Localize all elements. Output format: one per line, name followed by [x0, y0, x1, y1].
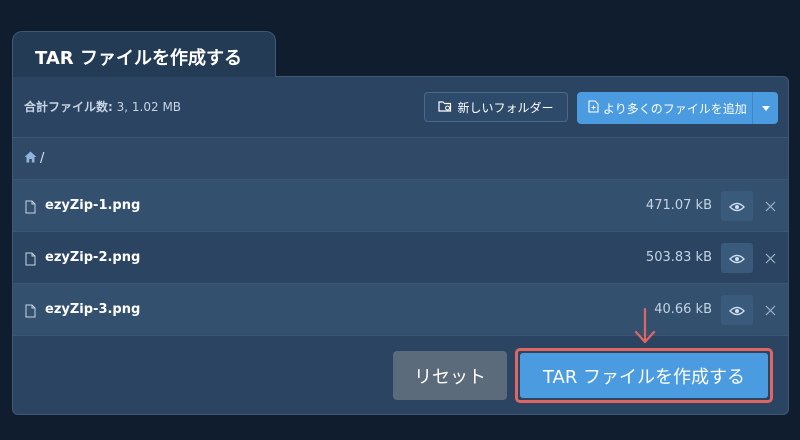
breadcrumb: / [13, 137, 788, 179]
summary-label: 合計ファイル数: [24, 100, 113, 114]
preview-button[interactable] [721, 243, 753, 273]
tab-title: TAR ファイルを作成する [35, 48, 242, 69]
file-size: 40.66 kB [654, 302, 712, 317]
remove-file-button[interactable] [760, 248, 780, 268]
file-name: ezyZip-3.png [45, 302, 141, 317]
remove-file-button[interactable] [760, 196, 780, 216]
new-folder-button[interactable]: 新しいフォルダー [424, 92, 568, 122]
create-tar-label: TAR ファイルを作成する [542, 366, 746, 388]
file-list: ezyZip-1.png 471.07 kB ezyZip-2.png 503.… [13, 179, 788, 335]
add-files-main[interactable]: より多くのファイルを追加 [577, 92, 753, 124]
add-files-dropdown[interactable] [753, 105, 778, 111]
add-files-button[interactable]: より多くのファイルを追加 [577, 92, 778, 124]
breadcrumb-root: / [40, 151, 45, 166]
file-name: ezyZip-1.png [45, 198, 141, 213]
eye-icon [729, 301, 745, 320]
close-icon [765, 249, 776, 268]
toolbar: 合計ファイル数: 3, 1.02 MB 新しいフォルダー より多くのファイルを追… [13, 77, 788, 137]
file-row: ezyZip-2.png 503.83 kB [13, 231, 788, 283]
close-icon [765, 301, 776, 320]
preview-button[interactable] [721, 191, 753, 221]
new-folder-icon [438, 100, 452, 115]
action-footer: リセット TAR ファイルを作成する [13, 335, 788, 414]
new-folder-label: 新しいフォルダー [457, 100, 554, 115]
home-icon[interactable] [24, 151, 37, 167]
file-icon [25, 303, 36, 322]
file-icon [25, 251, 36, 270]
chevron-down-icon [761, 105, 770, 111]
file-row: ezyZip-3.png 40.66 kB [13, 283, 788, 335]
add-file-icon [588, 100, 599, 116]
file-panel: 合計ファイル数: 3, 1.02 MB 新しいフォルダー より多くのファイルを追… [12, 76, 789, 415]
file-row: ezyZip-1.png 471.07 kB [13, 179, 788, 231]
remove-file-button[interactable] [760, 300, 780, 320]
file-size: 471.07 kB [645, 198, 712, 213]
create-highlight-frame: TAR ファイルを作成する [515, 348, 773, 403]
eye-icon [729, 197, 745, 216]
eye-icon [729, 249, 745, 268]
tab-create-tar[interactable]: TAR ファイルを作成する [12, 31, 276, 77]
file-name: ezyZip-2.png [45, 250, 141, 265]
file-icon [25, 199, 36, 218]
preview-button[interactable] [721, 295, 753, 325]
summary-value: 3, 1.02 MB [116, 100, 182, 114]
reset-label: リセット [414, 366, 486, 388]
close-icon [765, 197, 776, 216]
arrow-down-icon [633, 307, 657, 349]
reset-button[interactable]: リセット [393, 351, 507, 400]
create-tar-button[interactable]: TAR ファイルを作成する [520, 353, 768, 398]
file-summary: 合計ファイル数: 3, 1.02 MB [24, 98, 181, 115]
file-size: 503.83 kB [645, 250, 712, 265]
add-files-label: より多くのファイルを追加 [603, 101, 747, 116]
